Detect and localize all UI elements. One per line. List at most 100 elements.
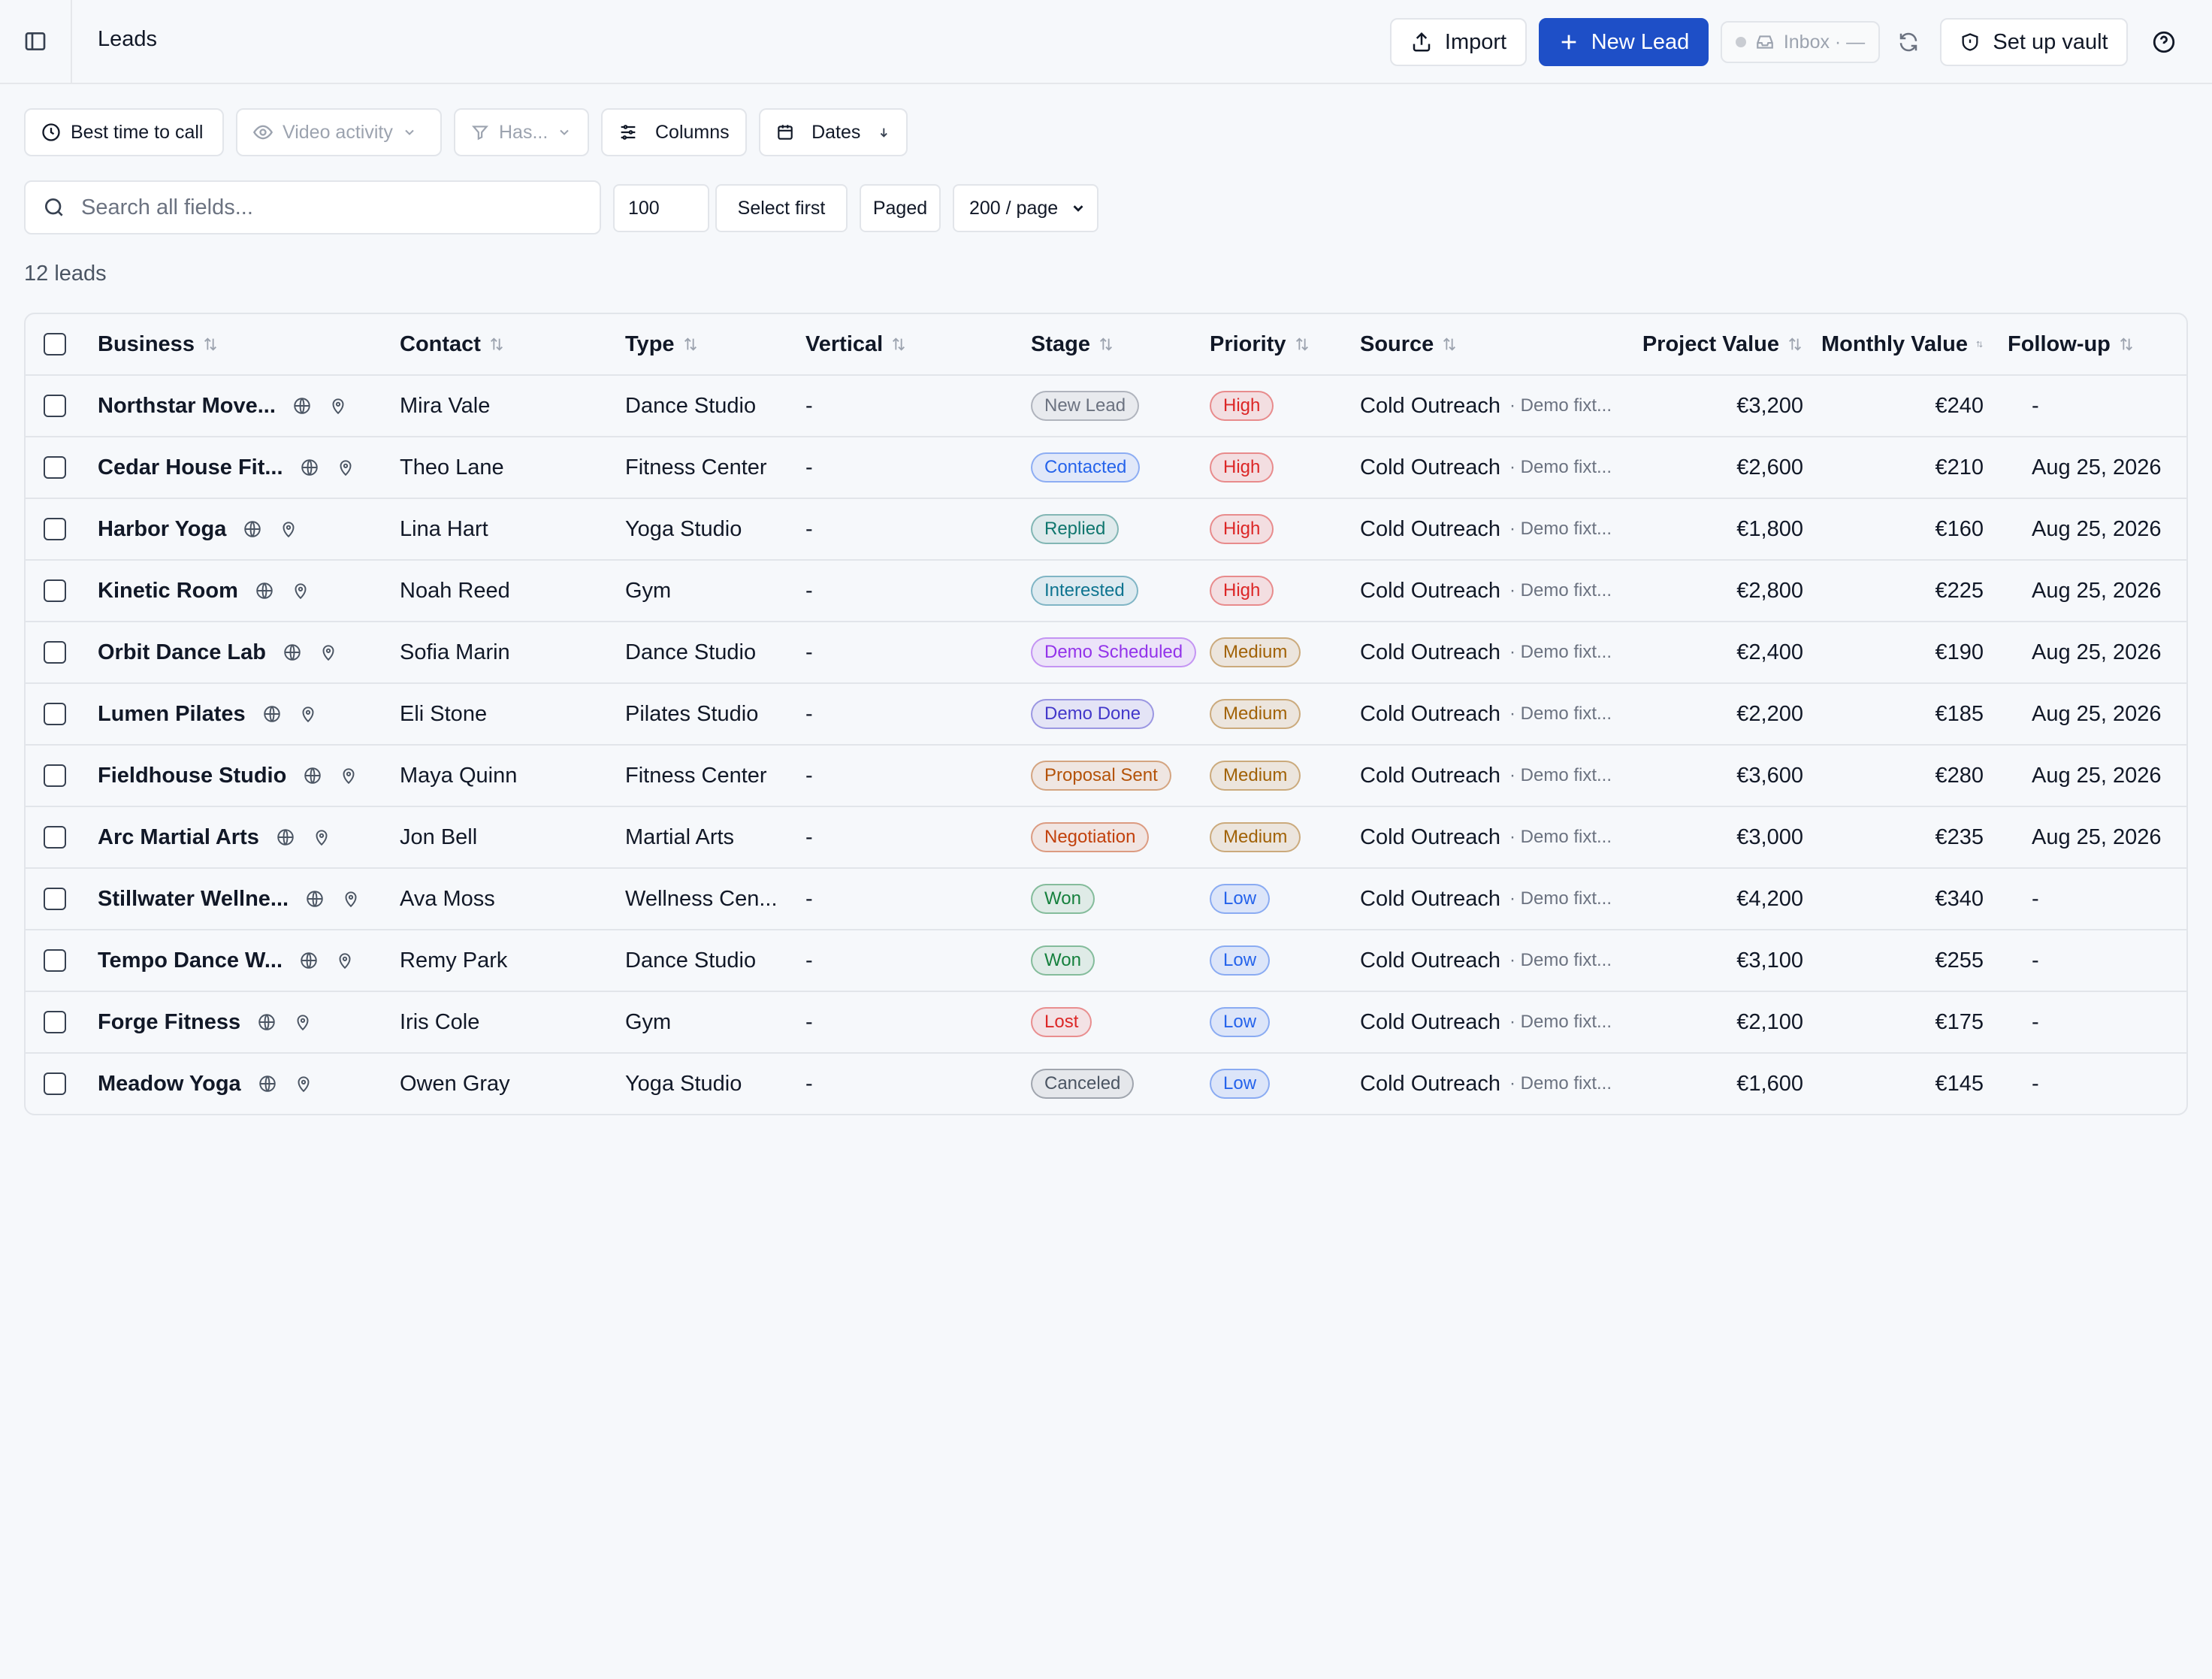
table-row[interactable]: Meadow Yoga Owen Gray Yoga Studio - Canceled… bbox=[26, 1054, 2186, 1114]
table-row[interactable]: Fieldhouse Studio Maya Quinn Fitness Cente… bbox=[26, 746, 2186, 807]
business-name[interactable]: Northstar Move... bbox=[98, 394, 276, 419]
row-checkbox[interactable] bbox=[44, 1011, 66, 1033]
table-row[interactable]: Arc Martial Arts Jon Bell Martial Arts - Neg… bbox=[26, 807, 2186, 869]
priority-badge[interactable]: Medium bbox=[1210, 699, 1301, 729]
business-name[interactable]: Kinetic Room bbox=[98, 579, 238, 604]
set-up-vault-button[interactable]: Set up vault bbox=[1940, 18, 2128, 66]
map-pin-icon[interactable] bbox=[339, 766, 358, 785]
business-name[interactable]: Fieldhouse Studio bbox=[98, 764, 286, 788]
map-pin-icon[interactable] bbox=[319, 643, 338, 662]
stage-badge[interactable]: Lost bbox=[1031, 1007, 1092, 1037]
column-header-follow-up[interactable]: Follow-up bbox=[2008, 314, 2180, 374]
business-name[interactable]: Tempo Dance W... bbox=[98, 948, 283, 973]
map-pin-icon[interactable] bbox=[279, 519, 298, 539]
priority-badge[interactable]: High bbox=[1210, 391, 1274, 421]
inbox-status-button[interactable]: Inbox · — bbox=[1721, 21, 1880, 63]
business-name[interactable]: Harbor Yoga bbox=[98, 517, 226, 542]
search-input[interactable] bbox=[81, 195, 562, 220]
globe-icon[interactable] bbox=[243, 519, 262, 539]
column-header-type[interactable]: Type bbox=[625, 314, 799, 374]
globe-icon[interactable] bbox=[303, 766, 322, 785]
row-checkbox[interactable] bbox=[44, 641, 66, 664]
new-lead-button[interactable]: New Lead bbox=[1539, 18, 1709, 66]
row-checkbox[interactable] bbox=[44, 764, 66, 787]
select-first-button[interactable]: Select first bbox=[715, 184, 848, 232]
video-activity-dropdown[interactable]: Video activity bbox=[236, 108, 442, 156]
best-time-to-call-button[interactable]: Best time to call bbox=[24, 108, 224, 156]
stage-badge[interactable]: Interested bbox=[1031, 576, 1138, 606]
priority-badge[interactable]: Medium bbox=[1210, 761, 1301, 791]
row-checkbox[interactable] bbox=[44, 826, 66, 849]
stage-badge[interactable]: New Lead bbox=[1031, 391, 1140, 421]
select-count-input[interactable] bbox=[613, 184, 709, 232]
column-header-project-value[interactable]: Project Value bbox=[1641, 314, 1803, 374]
refresh-button[interactable] bbox=[1890, 24, 1926, 60]
business-name[interactable]: Meadow Yoga bbox=[98, 1072, 241, 1097]
map-pin-icon[interactable] bbox=[328, 396, 348, 416]
globe-icon[interactable] bbox=[276, 827, 295, 847]
stage-badge[interactable]: Replied bbox=[1031, 514, 1120, 544]
row-checkbox[interactable] bbox=[44, 395, 66, 417]
stage-badge[interactable]: Won bbox=[1031, 884, 1095, 914]
table-row[interactable]: Forge Fitness Iris Cole Gym - Lost Low Cold Ou… bbox=[26, 992, 2186, 1054]
map-pin-icon[interactable] bbox=[341, 889, 361, 909]
globe-icon[interactable] bbox=[283, 643, 302, 662]
has-filter-dropdown[interactable]: Has... bbox=[454, 108, 589, 156]
map-pin-icon[interactable] bbox=[298, 704, 318, 724]
dates-button[interactable]: Dates bbox=[759, 108, 908, 156]
import-button[interactable]: Import bbox=[1390, 18, 1527, 66]
stage-badge[interactable]: Contacted bbox=[1031, 452, 1141, 483]
row-checkbox[interactable] bbox=[44, 518, 66, 540]
table-row[interactable]: Cedar House Fit... Theo Lane Fitness Cente… bbox=[26, 437, 2186, 499]
paged-button[interactable]: Paged bbox=[860, 184, 941, 232]
page-size-select[interactable]: 200 / page bbox=[953, 184, 1098, 232]
priority-badge[interactable]: High bbox=[1210, 452, 1274, 483]
globe-icon[interactable] bbox=[292, 396, 312, 416]
globe-icon[interactable] bbox=[257, 1012, 276, 1032]
map-pin-icon[interactable] bbox=[335, 951, 355, 970]
business-name[interactable]: Arc Martial Arts bbox=[98, 825, 259, 850]
business-name[interactable]: Orbit Dance Lab bbox=[98, 640, 266, 665]
stage-badge[interactable]: Negotiation bbox=[1031, 822, 1150, 852]
table-row[interactable]: Kinetic Room Noah Reed Gym - Interested High C… bbox=[26, 561, 2186, 622]
priority-badge[interactable]: High bbox=[1210, 576, 1274, 606]
stage-badge[interactable]: Won bbox=[1031, 945, 1095, 976]
map-pin-icon[interactable] bbox=[312, 827, 331, 847]
column-header-contact[interactable]: Contact bbox=[400, 314, 618, 374]
table-row[interactable]: Northstar Move... Mira Vale Dance Studio - N… bbox=[26, 376, 2186, 437]
business-name[interactable]: Cedar House Fit... bbox=[98, 455, 283, 480]
table-row[interactable]: Stillwater Wellne... Ava Moss Wellness Cen… bbox=[26, 869, 2186, 930]
row-checkbox[interactable] bbox=[44, 888, 66, 910]
globe-icon[interactable] bbox=[300, 458, 319, 477]
globe-icon[interactable] bbox=[305, 889, 325, 909]
map-pin-icon[interactable] bbox=[336, 458, 355, 477]
column-header-vertical[interactable]: Vertical bbox=[805, 314, 1020, 374]
row-checkbox[interactable] bbox=[44, 456, 66, 479]
map-pin-icon[interactable] bbox=[291, 581, 310, 601]
globe-icon[interactable] bbox=[255, 581, 274, 601]
table-row[interactable]: Tempo Dance W... Remy Park Dance Studio - Wo… bbox=[26, 930, 2186, 992]
table-row[interactable]: Harbor Yoga Lina Hart Yoga Studio - Replied H… bbox=[26, 499, 2186, 561]
globe-icon[interactable] bbox=[262, 704, 282, 724]
sidebar-toggle-button[interactable] bbox=[0, 0, 72, 83]
row-checkbox[interactable] bbox=[44, 949, 66, 972]
priority-badge[interactable]: Low bbox=[1210, 945, 1271, 976]
column-header-business[interactable]: Business bbox=[98, 314, 391, 374]
priority-badge[interactable]: Medium bbox=[1210, 637, 1301, 667]
select-all-checkbox[interactable] bbox=[44, 333, 66, 355]
business-name[interactable]: Forge Fitness bbox=[98, 1010, 240, 1035]
stage-badge[interactable]: Proposal Sent bbox=[1031, 761, 1171, 791]
priority-badge[interactable]: Medium bbox=[1210, 822, 1301, 852]
help-button[interactable] bbox=[2146, 24, 2182, 60]
table-row[interactable]: Lumen Pilates Eli Stone Pilates Studio - Dem… bbox=[26, 684, 2186, 746]
row-checkbox[interactable] bbox=[44, 703, 66, 725]
globe-icon[interactable] bbox=[299, 951, 319, 970]
table-row[interactable]: Orbit Dance Lab Sofia Marin Dance Studio - D… bbox=[26, 622, 2186, 684]
business-name[interactable]: Lumen Pilates bbox=[98, 702, 246, 727]
row-checkbox[interactable] bbox=[44, 579, 66, 602]
business-name[interactable]: Stillwater Wellne... bbox=[98, 887, 289, 912]
row-checkbox[interactable] bbox=[44, 1072, 66, 1095]
globe-icon[interactable] bbox=[258, 1074, 277, 1094]
stage-badge[interactable]: Demo Done bbox=[1031, 699, 1155, 729]
stage-badge[interactable]: Demo Scheduled bbox=[1031, 637, 1197, 667]
